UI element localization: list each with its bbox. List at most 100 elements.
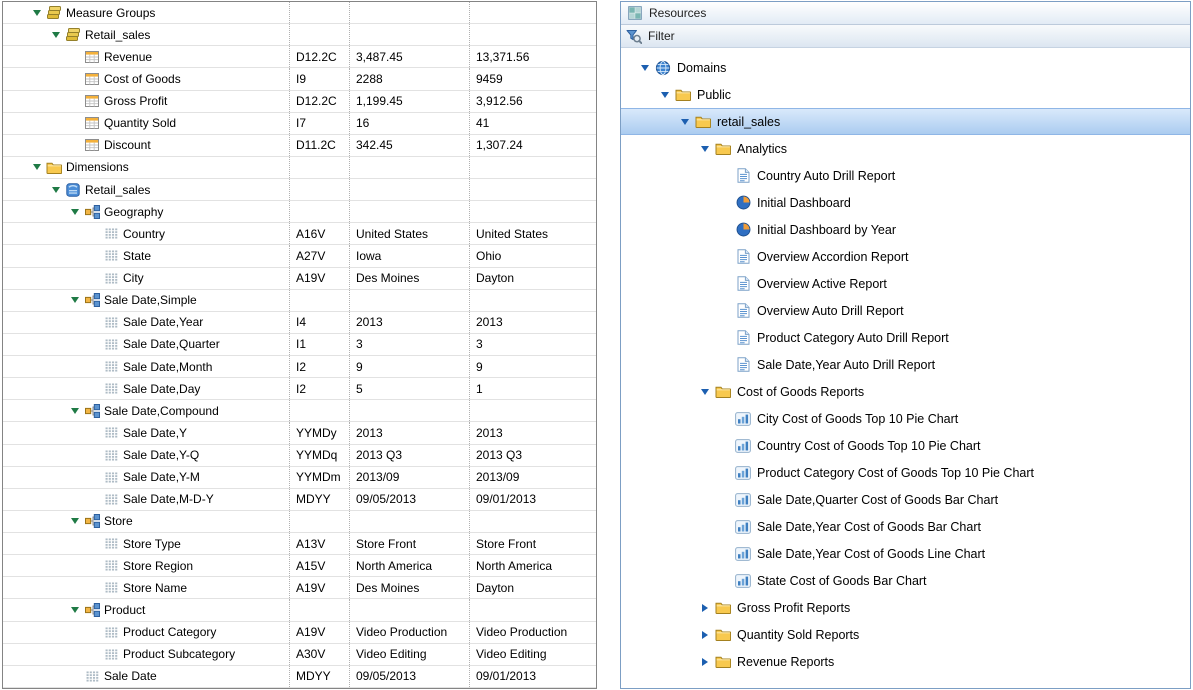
field-label: Discount [104,138,151,152]
expand-arrow-icon[interactable] [697,389,713,395]
folder-icon [713,385,733,398]
expand-arrow-icon[interactable] [67,209,83,215]
table-row[interactable]: StateA27VIowaOhio [3,245,596,267]
tree-item[interactable]: Overview Auto Drill Report [621,297,1190,324]
sample2-cell: Ohio [469,245,596,266]
tree-item[interactable]: State Cost of Goods Bar Chart [621,567,1190,594]
table-row[interactable]: Sale Date,QuarterI133 [3,334,596,356]
filter-bar[interactable]: Filter [621,25,1190,48]
tree-cell: Sale Date,Y [3,422,289,443]
table-row[interactable]: Sale Date,Y-MYYMDm2013/092013/09 [3,467,596,489]
table-row[interactable]: Retail_sales [3,24,596,46]
expand-arrow-icon[interactable] [697,604,713,612]
tree-item[interactable]: Public [621,81,1190,108]
tree-item[interactable]: retail_sales [621,108,1190,135]
field-label: Sale Date [104,669,157,683]
expand-arrow-icon[interactable] [48,187,64,193]
tree-item[interactable]: Analytics [621,135,1190,162]
tree-item[interactable]: Country Cost of Goods Top 10 Pie Chart [621,432,1190,459]
field-label: City [123,271,144,285]
expand-arrow-icon[interactable] [697,146,713,152]
tree-cell: Quantity Sold [3,113,289,134]
tree-item-label: Public [697,88,731,102]
table-row[interactable]: Dimensions [3,157,596,179]
table-row[interactable]: Sale Date,MonthI299 [3,356,596,378]
field-grid-icon [102,649,120,660]
table-row[interactable]: Product [3,599,596,621]
tree-item[interactable]: Gross Profit Reports [621,594,1190,621]
tree-item[interactable]: Quantity Sold Reports [621,621,1190,648]
table-row[interactable]: Sale Date,Y-QYYMDq2013 Q32013 Q3 [3,445,596,467]
table-row[interactable]: CountryA16VUnited StatesUnited States [3,223,596,245]
expand-arrow-icon[interactable] [677,119,693,125]
table-row[interactable]: Sale Date,YYYMDy20132013 [3,422,596,444]
table-row[interactable]: Store [3,511,596,533]
tree-item[interactable]: Initial Dashboard [621,189,1190,216]
tree-item[interactable]: City Cost of Goods Top 10 Pie Chart [621,405,1190,432]
tree-item[interactable]: Product Category Cost of Goods Top 10 Pi… [621,459,1190,486]
tree-item[interactable]: Initial Dashboard by Year [621,216,1190,243]
table-row[interactable]: Store TypeA13VStore FrontStore Front [3,533,596,555]
sample2-cell: 1,307.24 [469,135,596,156]
table-row[interactable]: Sale Date,Simple [3,290,596,312]
table-row[interactable]: Quantity SoldI71641 [3,113,596,135]
tree-item-label: Analytics [737,142,787,156]
sample1-cell [349,157,469,178]
tree-item[interactable]: Domains [621,54,1190,81]
tree-item[interactable]: Overview Active Report [621,270,1190,297]
tree-item-label: City Cost of Goods Top 10 Pie Chart [757,412,958,426]
table-row[interactable]: RevenueD12.2C3,487.4513,371.56 [3,46,596,68]
table-row[interactable]: Sale Date,DayI251 [3,378,596,400]
sample1-cell: Video Editing [349,644,469,665]
table-row[interactable]: Product SubcategoryA30VVideo EditingVide… [3,644,596,666]
table-row[interactable]: Gross ProfitD12.2C1,199.453,912.56 [3,91,596,113]
table-row[interactable]: Retail_sales [3,179,596,201]
expand-arrow-icon[interactable] [67,408,83,414]
expand-arrow-icon[interactable] [67,297,83,303]
tree-cell: Sale Date,Simple [3,290,289,311]
expand-arrow-icon[interactable] [657,92,673,98]
table-row[interactable]: Sale Date,YearI420132013 [3,312,596,334]
table-row[interactable]: DiscountD11.2C342.451,307.24 [3,135,596,157]
sample2-cell: Store Front [469,533,596,554]
tree-item[interactable]: Sale Date,Year Cost of Goods Line Chart [621,540,1190,567]
table-row[interactable]: CityA19VDes MoinesDayton [3,268,596,290]
measure-group-icon [45,6,63,20]
expand-arrow-icon[interactable] [29,164,45,170]
tree-item[interactable]: Sale Date,Quarter Cost of Goods Bar Char… [621,486,1190,513]
expand-arrow-icon[interactable] [697,631,713,639]
table-row[interactable]: Product CategoryA19VVideo ProductionVide… [3,622,596,644]
tree-item-label: Country Auto Drill Report [757,169,895,183]
expand-arrow-icon[interactable] [48,32,64,38]
table-row[interactable]: Measure Groups [3,2,596,24]
resources-tree: Domains Public retail_sales Analytics Countr… [621,48,1190,675]
table-row[interactable]: Cost of GoodsI922889459 [3,68,596,90]
tree-item[interactable]: Sale Date,Year Cost of Goods Bar Chart [621,513,1190,540]
expand-arrow-icon[interactable] [697,658,713,666]
tree-item-label: Country Cost of Goods Top 10 Pie Chart [757,439,981,453]
field-grid-icon [102,339,120,350]
table-row[interactable]: Sale DateMDYY09/05/201309/01/2013 [3,666,596,688]
tree-item[interactable]: Country Auto Drill Report [621,162,1190,189]
tree-item[interactable]: Product Category Auto Drill Report [621,324,1190,351]
expand-arrow-icon[interactable] [67,607,83,613]
expand-arrow-icon[interactable] [29,10,45,16]
field-grid-icon [102,494,120,505]
table-row[interactable]: Store NameA19VDes MoinesDayton [3,577,596,599]
tree-item[interactable]: Cost of Goods Reports [621,378,1190,405]
tree-item-label: retail_sales [717,115,780,129]
tree-item[interactable]: Sale Date,Year Auto Drill Report [621,351,1190,378]
table-row[interactable]: Sale Date,Compound [3,400,596,422]
expand-arrow-icon[interactable] [67,518,83,524]
table-row[interactable]: Sale Date,M-D-YMDYY09/05/201309/01/2013 [3,489,596,511]
table-row[interactable]: Store RegionA15VNorth AmericaNorth Ameri… [3,555,596,577]
format-cell [289,2,349,23]
tree-item[interactable]: Overview Accordion Report [621,243,1190,270]
field-label: State [123,249,151,263]
field-label: Sale Date,Simple [104,293,197,307]
table-row[interactable]: Geography [3,201,596,223]
expand-arrow-icon[interactable] [637,65,653,71]
field-label: Sale Date,Y-Q [123,448,199,462]
tree-item[interactable]: Revenue Reports [621,648,1190,675]
field-label: Dimensions [66,160,129,174]
